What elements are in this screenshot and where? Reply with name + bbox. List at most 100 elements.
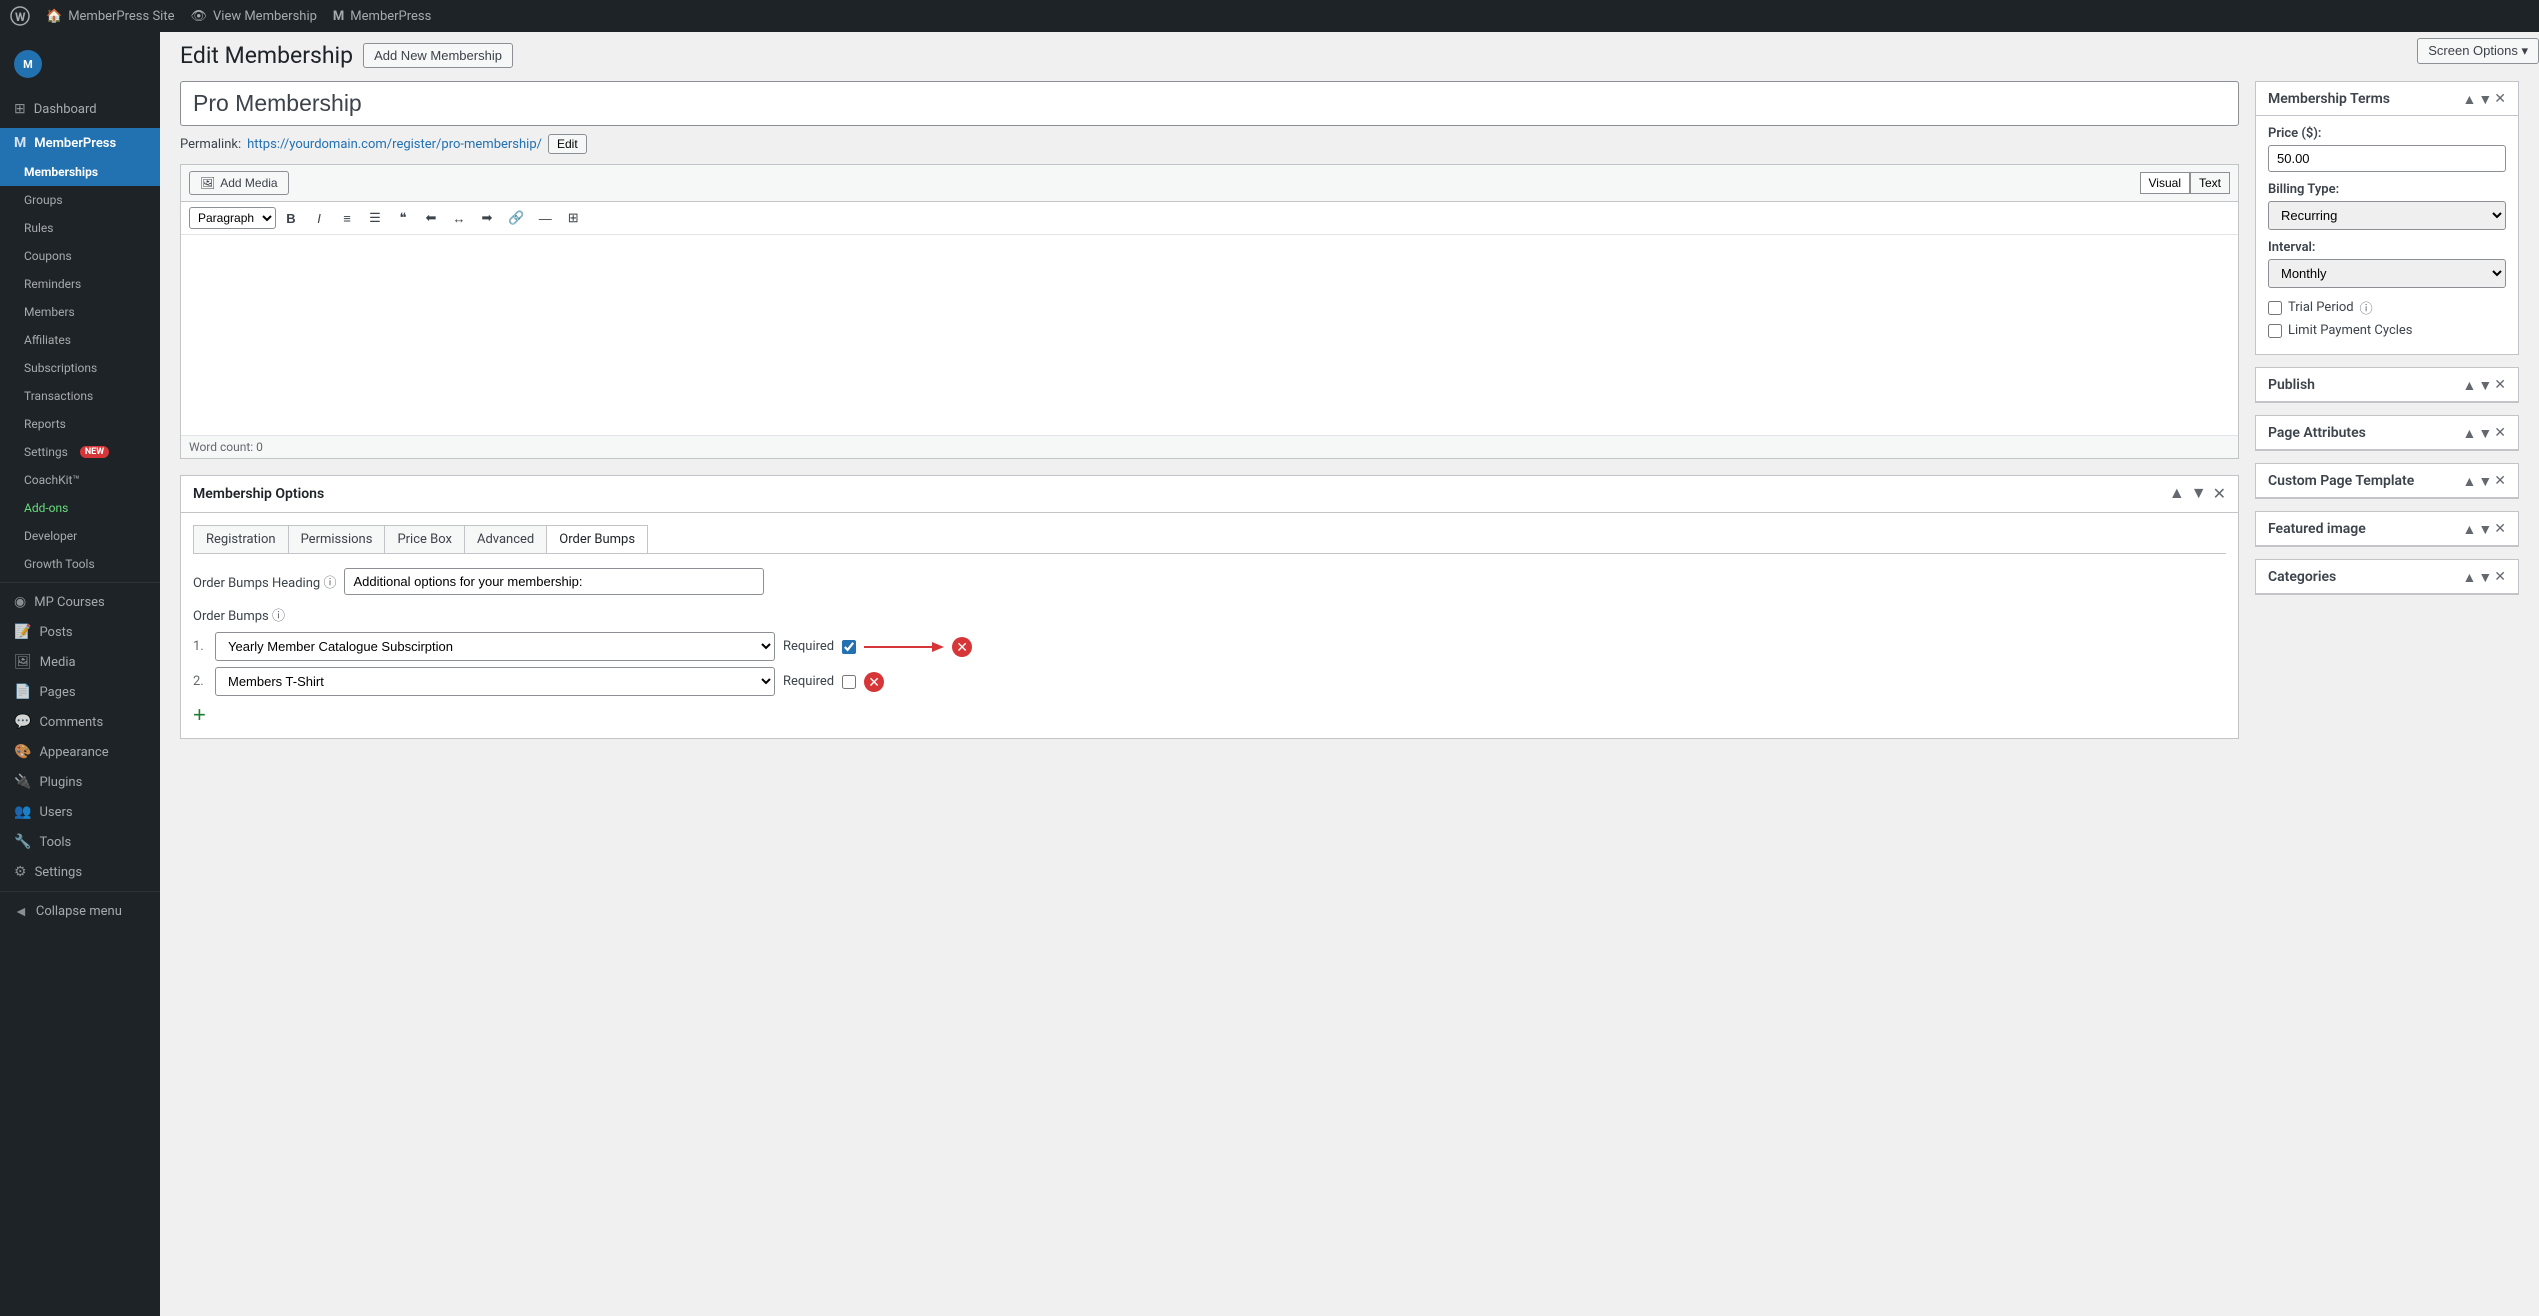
sidebar-item-comments[interactable]: 💬 Comments xyxy=(0,707,160,737)
interval-select[interactable]: Monthly Yearly Weekly Daily xyxy=(2268,259,2506,288)
page-attrs-down-btn[interactable]: ▼ xyxy=(2478,424,2492,441)
sidebar-item-growth-tools[interactable]: Growth Tools xyxy=(0,550,160,578)
limit-payment-checkbox[interactable] xyxy=(2268,324,2282,338)
adminbar-mp-icon: M xyxy=(333,9,344,24)
sidebar-item-reports[interactable]: Reports xyxy=(0,410,160,438)
permalink-edit-button[interactable]: Edit xyxy=(548,134,587,154)
tab-advanced[interactable]: Advanced xyxy=(464,525,547,553)
fi-up-btn[interactable]: ▲ xyxy=(2463,520,2477,537)
add-new-membership-button[interactable]: Add New Membership xyxy=(363,43,513,68)
sidebar-item-dashboard[interactable]: ⊞ Dashboard xyxy=(0,94,160,124)
sidebar-item-tools[interactable]: 🔧 Tools xyxy=(0,827,160,857)
bump-select-1[interactable]: Yearly Member Catalogue Subscirption Mem… xyxy=(215,632,775,661)
post-title-input[interactable] xyxy=(180,81,2239,126)
sidebar-item-collapse[interactable]: ◄ Collapse menu xyxy=(0,896,160,927)
bumps-help-icon[interactable]: ⓘ xyxy=(272,609,285,624)
required-checkbox-1[interactable] xyxy=(842,640,856,654)
publish-up-btn[interactable]: ▲ xyxy=(2463,376,2477,393)
trial-period-checkbox[interactable] xyxy=(2268,301,2282,315)
fi-down-btn[interactable]: ▼ xyxy=(2478,520,2492,537)
bold-button[interactable]: B xyxy=(278,208,304,229)
permalink-link[interactable]: https://yourdomain.com/register/pro-memb… xyxy=(247,137,542,152)
blockquote-button[interactable]: ❝ xyxy=(390,207,416,229)
sidebar-item-developer[interactable]: Developer xyxy=(0,522,160,550)
fi-close-btn[interactable]: ✕ xyxy=(2494,520,2506,537)
align-right-button[interactable]: ➡ xyxy=(474,207,500,229)
adminbar-memberpress[interactable]: M MemberPress xyxy=(333,9,431,24)
sidebar-item-members[interactable]: Members xyxy=(0,298,160,326)
page-attrs-close-btn[interactable]: ✕ xyxy=(2494,424,2506,441)
screen-options-button[interactable]: Screen Options ▾ xyxy=(2417,38,2539,64)
sidebar-item-settings[interactable]: Settings NEW xyxy=(0,438,160,466)
order-bumps-heading-input[interactable] xyxy=(344,568,764,595)
remove-bump-button-2[interactable]: ✕ xyxy=(864,672,884,692)
sidebar-item-posts[interactable]: 📝 Posts xyxy=(0,617,160,647)
remove-bump-button-1[interactable]: ✕ xyxy=(952,637,972,657)
heading-help-icon[interactable]: ⓘ xyxy=(323,576,336,591)
cat-up-btn[interactable]: ▲ xyxy=(2463,568,2477,585)
page-attrs-up-btn[interactable]: ▲ xyxy=(2463,424,2477,441)
sidebar-item-transactions[interactable]: Transactions xyxy=(0,382,160,410)
sidebar-item-settings-wp[interactable]: ⚙ Settings xyxy=(0,857,160,887)
sidebar-item-memberships[interactable]: Memberships xyxy=(0,158,160,186)
text-tab[interactable]: Text xyxy=(2190,172,2230,194)
tab-order-bumps[interactable]: Order Bumps xyxy=(546,525,648,553)
unordered-list-button[interactable]: ≡ xyxy=(334,208,360,229)
sidebar-item-media[interactable]: 🖼 Media xyxy=(0,647,160,677)
price-input[interactable] xyxy=(2268,145,2506,172)
sidebar-item-users[interactable]: 👥 Users xyxy=(0,797,160,827)
sidebar-item-mp-courses[interactable]: ◉ MP Courses xyxy=(0,587,160,617)
add-media-button[interactable]: 🖼 Add Media xyxy=(189,171,289,195)
align-center-button[interactable]: ↔ xyxy=(446,208,472,229)
cat-down-btn[interactable]: ▼ xyxy=(2478,568,2492,585)
terms-close-btn[interactable]: ✕ xyxy=(2494,90,2506,107)
sidebar-item-addons[interactable]: Add-ons xyxy=(0,494,160,522)
cpt-up-btn[interactable]: ▲ xyxy=(2463,472,2477,489)
terms-up-btn[interactable]: ▲ xyxy=(2463,90,2477,107)
adminbar-site[interactable]: 🏠 MemberPress Site xyxy=(46,9,174,24)
bump-select-2[interactable]: Yearly Member Catalogue Subscirption Mem… xyxy=(215,667,775,696)
align-left-button[interactable]: ⬅ xyxy=(418,207,444,229)
more-button[interactable]: ⊞ xyxy=(560,207,586,229)
add-bump-button[interactable]: + xyxy=(193,704,206,726)
publish-close-btn[interactable]: ✕ xyxy=(2494,376,2506,393)
metabox-close[interactable]: ✕ xyxy=(2213,484,2226,504)
content-editor-area: 🖼 Add Media Visual Text Paragraph xyxy=(180,164,2239,459)
visual-tab[interactable]: Visual xyxy=(2140,172,2190,194)
sidebar-item-affiliates[interactable]: Affiliates xyxy=(0,326,160,354)
sidebar-item-plugins[interactable]: 🔌 Plugins xyxy=(0,767,160,797)
tab-price-box[interactable]: Price Box xyxy=(384,525,465,553)
editor-body[interactable] xyxy=(181,235,2238,435)
sidebar-item-coachkit[interactable]: CoachKit™ xyxy=(0,466,160,494)
sidebar-item-groups[interactable]: Groups xyxy=(0,186,160,214)
sidebar-item-memberpress[interactable]: M MemberPress xyxy=(0,128,160,158)
sidebar-item-coupons[interactable]: Coupons xyxy=(0,242,160,270)
billing-select[interactable]: Recurring One-Time Free xyxy=(2268,201,2506,230)
sidebar-item-reminders[interactable]: Reminders xyxy=(0,270,160,298)
custom-page-template-box: Custom Page Template ▲ ▼ ✕ xyxy=(2255,463,2519,499)
horizontal-rule-button[interactable]: — xyxy=(532,208,558,229)
required-checkbox-2[interactable] xyxy=(842,675,856,689)
sidebar-item-rules[interactable]: Rules xyxy=(0,214,160,242)
sidebar-item-pages[interactable]: 📄 Pages xyxy=(0,677,160,707)
link-button[interactable]: 🔗 xyxy=(502,207,530,229)
publish-header: Publish ▲ ▼ ✕ xyxy=(2256,368,2518,402)
tab-permissions[interactable]: Permissions xyxy=(288,525,386,553)
wp-logo-item[interactable]: W xyxy=(10,6,30,26)
terms-down-btn[interactable]: ▼ xyxy=(2478,90,2492,107)
sidebar-item-subscriptions[interactable]: Subscriptions xyxy=(0,354,160,382)
paragraph-select[interactable]: Paragraph xyxy=(189,207,276,229)
metabox-collapse-up[interactable]: ▲ xyxy=(2169,484,2185,504)
adminbar-view-membership[interactable]: 👁 View Membership xyxy=(190,9,316,24)
metabox-collapse-down[interactable]: ▼ xyxy=(2191,484,2207,504)
cpt-close-btn[interactable]: ✕ xyxy=(2494,472,2506,489)
cat-close-btn[interactable]: ✕ xyxy=(2494,568,2506,585)
sidebar-brand: M xyxy=(0,40,160,94)
tab-registration[interactable]: Registration xyxy=(193,525,289,553)
italic-button[interactable]: I xyxy=(306,208,332,229)
ordered-list-button[interactable]: ☰ xyxy=(362,207,388,229)
trial-period-help[interactable]: ⓘ xyxy=(2360,298,2373,317)
cpt-down-btn[interactable]: ▼ xyxy=(2478,472,2492,489)
publish-down-btn[interactable]: ▼ xyxy=(2478,376,2492,393)
sidebar-item-appearance[interactable]: 🎨 Appearance xyxy=(0,737,160,767)
